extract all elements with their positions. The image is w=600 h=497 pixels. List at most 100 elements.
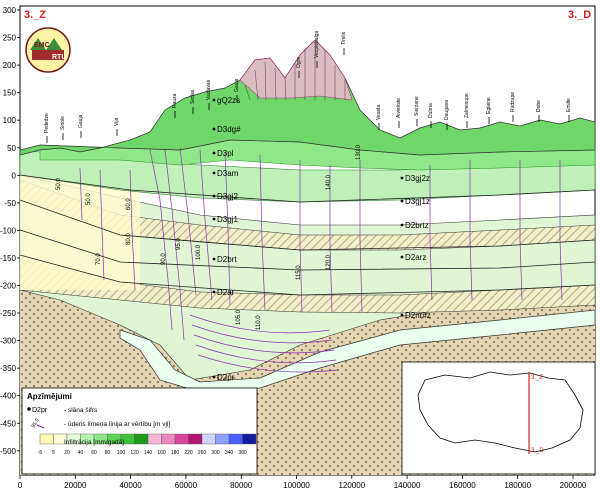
layer-dot — [400, 199, 404, 203]
corner-label-left: 3._Z — [24, 9, 46, 21]
isoline-label: 115.0 — [296, 265, 302, 280]
isoline-label: 50.0 — [56, 178, 62, 190]
isoline-label: 140.0 — [326, 174, 332, 190]
x-tick-label: 40000 — [119, 481, 142, 490]
isoline-label: 110.0 — [256, 315, 262, 330]
logo-text-right: RTU — [52, 54, 66, 61]
layer-dot — [400, 223, 404, 227]
layer-code-label: D3gj2z — [405, 174, 430, 183]
colorbar-swatch — [147, 433, 162, 445]
place-label: Gaujа — [78, 114, 84, 128]
colorbar-swatch — [161, 433, 176, 445]
layer-code-label: D2brtz — [405, 221, 429, 230]
place-label: Vaidavas — [206, 79, 212, 100]
place-label: Rudzupe — [510, 92, 516, 112]
layer-dot — [212, 290, 216, 294]
x-tick-label: 60000 — [175, 481, 198, 490]
isoline-label: 105.0 — [236, 309, 242, 325]
place-label: Rauza — [172, 93, 178, 108]
colorbar-tick-label: 300 — [211, 450, 220, 456]
layer-dot — [212, 194, 216, 198]
place-label: Vija — [114, 118, 120, 126]
place-label: Pededze — [44, 113, 50, 133]
legend-symbol-text: - slāņa šifrs — [64, 407, 98, 414]
colorbar-swatch — [228, 433, 243, 445]
colorbar-tick-label: 160 — [157, 450, 166, 456]
place-label: Daugava — [444, 100, 450, 120]
isoline-label: 100.0 — [196, 244, 202, 260]
y-tick-label: 250 — [3, 34, 17, 43]
isoline-label: 90.0 — [161, 253, 167, 265]
layer-code-label: D3gj2 — [217, 192, 238, 201]
isoline-label: 60.0 — [126, 198, 132, 210]
y-tick-label: -300 — [0, 337, 17, 346]
layer-code-label: D3gj1 — [217, 215, 238, 224]
place-label: Aiviekste — [396, 98, 402, 118]
colorbar-tick-label: 100 — [117, 450, 126, 456]
colorbar-tick-label: 5 — [52, 450, 55, 456]
y-tick-label: -500 — [0, 447, 17, 456]
isoline-label: 95.0 — [176, 238, 182, 250]
colorbar-tick-label: -5 — [38, 450, 43, 456]
colorbar-tick-label: 180 — [171, 450, 180, 456]
place-label: Emilte — [566, 98, 572, 112]
place-label: Tirelis — [341, 31, 347, 45]
layer-code-label: D3pl — [217, 149, 234, 158]
map-top-label: 3._Z — [531, 375, 543, 381]
colorbar-tick-label: 80 — [105, 450, 111, 456]
layer-dot — [212, 151, 216, 155]
legend-box: Apzīmējumi D2pr - slāņa šifrs 95.0 - ūde… — [21, 387, 258, 475]
x-tick-label: 120000 — [338, 481, 365, 490]
layer-dot — [400, 176, 404, 180]
y-tick-label: 0 — [12, 171, 17, 180]
x-tick-label: 0 — [18, 481, 23, 490]
layer-dot — [212, 171, 216, 175]
isoline-label: 70.0 — [96, 253, 102, 265]
x-tick-label: 20000 — [64, 481, 87, 490]
legend-symbol-code: D2pr — [32, 407, 48, 414]
colorbar-tick-label: 20 — [64, 450, 70, 456]
y-tick-label: -400 — [0, 392, 17, 401]
colorbar-tick-label: 260 — [198, 450, 207, 456]
y-tick-label: -350 — [0, 364, 17, 373]
colorbar-tick-label: 380 — [238, 450, 247, 456]
layer-dot — [212, 257, 216, 261]
place-label: Vecpiebalga — [314, 31, 320, 58]
colorbar-swatch — [242, 433, 257, 445]
colorbar-tick-label: 140 — [144, 450, 153, 456]
x-tick-label: 200000 — [560, 481, 587, 490]
layer-dot — [212, 127, 216, 131]
colorbar-swatch — [201, 433, 216, 445]
layer-dot — [212, 217, 216, 221]
y-tick-label: 150 — [3, 89, 17, 98]
corner-label-right: 3._D — [568, 9, 591, 21]
legend-unit-label: Infiltrācija [mm/gadā] — [64, 439, 124, 446]
place-label: Eglaine — [486, 97, 492, 114]
x-tick-label: 80000 — [230, 481, 253, 490]
y-tick-label: -200 — [0, 282, 17, 291]
colorbar-tick-label: 220 — [184, 450, 193, 456]
x-axis-ticks: 0 20000 40000 60000 80000 100000 120000 140000 1… — [18, 475, 587, 490]
emc-rtu-logo: EMC RTU — [25, 27, 71, 73]
layer-code-label: D3dg# — [217, 125, 241, 134]
x-tick-label: 160000 — [449, 481, 476, 490]
colorbar-tick-label: 60 — [91, 450, 97, 456]
map-bottom-label: 3._D — [531, 448, 544, 454]
logo-text-top: EMC — [34, 42, 50, 49]
place-label: Sinole — [60, 116, 66, 130]
layer-dot — [400, 255, 404, 259]
colorbar-swatch — [39, 433, 54, 445]
y-tick-label: 300 — [3, 6, 17, 15]
layer-dot — [212, 98, 216, 102]
layer-code-label: D2ar — [217, 288, 235, 297]
colorbar-swatch — [174, 433, 189, 445]
colorbar-tick-label: 40 — [78, 450, 84, 456]
layer-dot — [212, 375, 216, 379]
y-tick-label: -150 — [0, 254, 17, 263]
y-tick-label: 100 — [3, 116, 17, 125]
cross-section-figure: Pededze Sinole Gaujа Vija Rauza Sedas Vaidavas… — [0, 0, 600, 492]
layer-code-label: D2nr#z — [405, 311, 431, 320]
place-label: Dubna — [428, 103, 434, 118]
place-label: Veseta — [376, 104, 382, 120]
y-tick-label: -450 — [0, 419, 17, 428]
